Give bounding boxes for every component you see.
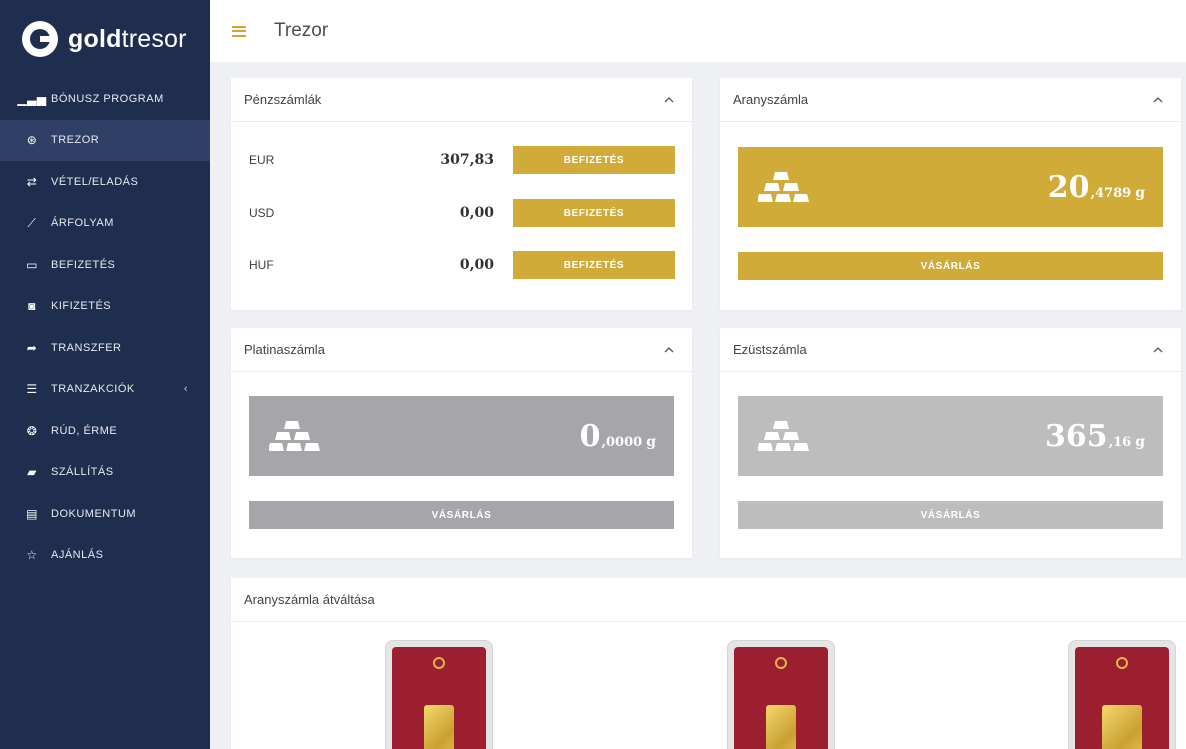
sidebar-item-label: ÁRFOLYAM — [51, 217, 114, 230]
collapse-chevron-icon[interactable] — [1153, 345, 1163, 355]
gold-balance-box: 20,4789 g — [738, 147, 1163, 227]
card-title: Platinaszámla — [244, 342, 325, 357]
deposit-button-eur[interactable]: BEFIZETÉS — [513, 146, 675, 174]
platinum-account-card: Platinaszámla 0,0000 g VÁSÁRLÁS — [231, 328, 692, 558]
sidebar-item-dokumentum[interactable]: ▤ DOKUMENTUM — [0, 493, 210, 535]
sidebar-item-vétel-eladás[interactable]: ⇄ VÉTEL/ELADÁS — [0, 161, 210, 203]
exchange-icon: ⇄ — [26, 174, 38, 189]
sidebar-item-label: RÚD, ÉRME — [51, 424, 118, 437]
sidebar-item-bónusz-program[interactable]: ▁▃▅ BÓNUSZ PROGRAM — [0, 78, 210, 120]
sidebar-item-label: TRANSZFER — [51, 341, 122, 354]
sidebar-item-transzfer[interactable]: ➦ TRANSZFER — [0, 327, 210, 369]
chevron-left-icon: ‹ — [183, 383, 188, 396]
deposit-button-usd[interactable]: BEFIZETÉS — [513, 199, 675, 227]
line-chart-icon: ⟋ — [27, 215, 37, 230]
balance-value: 307,83 — [440, 152, 494, 168]
gold-bar-product-image[interactable] — [727, 640, 835, 749]
sidebar-item-ajánlás[interactable]: ☆ AJÁNLÁS — [0, 535, 210, 577]
collapse-chevron-icon[interactable] — [664, 345, 674, 355]
coins-icon: ❂ — [26, 423, 38, 438]
bar-chart-icon: ▁▃▅ — [17, 91, 47, 106]
sidebar-item-label: TRANZAKCIÓK — [51, 383, 135, 396]
card-title: Aranyszámla — [733, 92, 809, 107]
gold-balance-value: 20,4789 g — [1047, 169, 1145, 205]
document-icon: ▤ — [26, 506, 38, 521]
buy-gold-button[interactable]: VÁSÁRLÁS — [738, 252, 1163, 280]
collapse-chevron-icon[interactable] — [1153, 95, 1163, 105]
card-title: Ezüstszámla — [733, 342, 807, 357]
sidebar-item-label: BEFIZETÉS — [51, 258, 116, 271]
sidebar-item-trezor[interactable]: ⊛ TREZOR — [0, 119, 210, 161]
balance-value: 0,00 — [459, 205, 494, 221]
sidebar-item-label: BÓNUSZ PROGRAM — [51, 92, 164, 105]
sidebar-item-befizetés[interactable]: ▭ BEFIZETÉS — [0, 244, 210, 286]
silver-balance-value: 365,16 g — [1044, 418, 1145, 454]
list-icon: ☰ — [26, 382, 38, 397]
sidebar-item-árfolyam[interactable]: ⟋ ÁRFOLYAM — [0, 203, 210, 245]
account-row-usd: USD 0,00 BEFIZETÉS — [249, 199, 675, 227]
sidebar-item-label: DOKUMENTUM — [51, 507, 137, 520]
deposit-button-huf[interactable]: BEFIZETÉS — [513, 251, 675, 279]
sidebar-item-kifizetés[interactable]: ◙ KIFIZETÉS — [0, 286, 210, 328]
gold-bar-product-image[interactable] — [1068, 640, 1176, 749]
page-title: Trezor — [274, 20, 329, 41]
sidebar-nav: ▁▃▅ BÓNUSZ PROGRAM ⊛ TREZOR ⇄ VÉTEL/ELADÁS ⟋ ÁR… — [0, 78, 210, 576]
sidebar-item-label: AJÁNLÁS — [51, 549, 104, 562]
brand[interactable]: goldtresor — [0, 0, 210, 78]
account-row-huf: HUF 0,00 BEFIZETÉS — [249, 251, 675, 279]
gold-bars-icon — [758, 172, 809, 202]
gold-conversion-card: Aranyszámla átváltása — [231, 578, 1186, 749]
brand-name: goldtresor — [68, 24, 187, 53]
money-icon: ◙ — [28, 299, 36, 314]
topbar: Trezor — [210, 0, 1186, 62]
sidebar-item-label: VÉTEL/ELADÁS — [51, 175, 139, 188]
vault-icon: ⊛ — [26, 133, 38, 148]
collapse-chevron-icon[interactable] — [664, 95, 674, 105]
currency-label: EUR — [249, 153, 275, 167]
platinum-balance-box: 0,0000 g — [249, 396, 674, 476]
platinum-bars-icon — [269, 421, 320, 451]
account-row-eur: EUR 307,83 BEFIZETÉS — [249, 146, 675, 174]
silver-account-card: Ezüstszámla 365,16 g VÁSÁRLÁS — [720, 328, 1181, 558]
star-icon: ☆ — [26, 548, 38, 563]
card-title: Aranyszámla átváltása — [244, 592, 375, 607]
menu-toggle-icon[interactable] — [232, 25, 246, 37]
credit-card-icon: ▭ — [26, 257, 38, 272]
goldtresor-logo-icon — [22, 21, 58, 57]
card-title: Pénzszámlák — [244, 92, 322, 107]
cash-accounts-card: Pénzszámlák EUR 307,83 BEFIZETÉS USD 0,0… — [231, 78, 692, 310]
sidebar-item-label: TREZOR — [51, 134, 100, 147]
sidebar: goldtresor ▁▃▅ BÓNUSZ PROGRAM ⊛ TREZOR ⇄ VÉTE… — [0, 0, 210, 749]
balance-value: 0,00 — [459, 257, 494, 273]
currency-label: USD — [249, 206, 275, 220]
buy-silver-button[interactable]: VÁSÁRLÁS — [738, 501, 1163, 529]
share-arrow-icon: ➦ — [26, 340, 38, 355]
sidebar-item-szállítás[interactable]: ▰ SZÁLLÍTÁS — [0, 452, 210, 494]
gold-bar-product-image[interactable] — [385, 640, 493, 749]
truck-icon: ▰ — [27, 465, 37, 480]
silver-balance-box: 365,16 g — [738, 396, 1163, 476]
gold-account-card: Aranyszámla 20,4789 g VÁSÁRLÁS — [720, 78, 1181, 310]
buy-platinum-button[interactable]: VÁSÁRLÁS — [249, 501, 674, 529]
silver-bars-icon — [758, 421, 809, 451]
sidebar-item-tranzakciók[interactable]: ☰ TRANZAKCIÓK ‹ — [0, 369, 210, 411]
currency-label: HUF — [249, 258, 274, 272]
sidebar-item-label: KIFIZETÉS — [51, 300, 112, 313]
platinum-balance-value: 0,0000 g — [579, 418, 656, 454]
sidebar-item-label: SZÁLLÍTÁS — [51, 466, 114, 479]
sidebar-item-rúd-érme[interactable]: ❂ RÚD, ÉRME — [0, 410, 210, 452]
